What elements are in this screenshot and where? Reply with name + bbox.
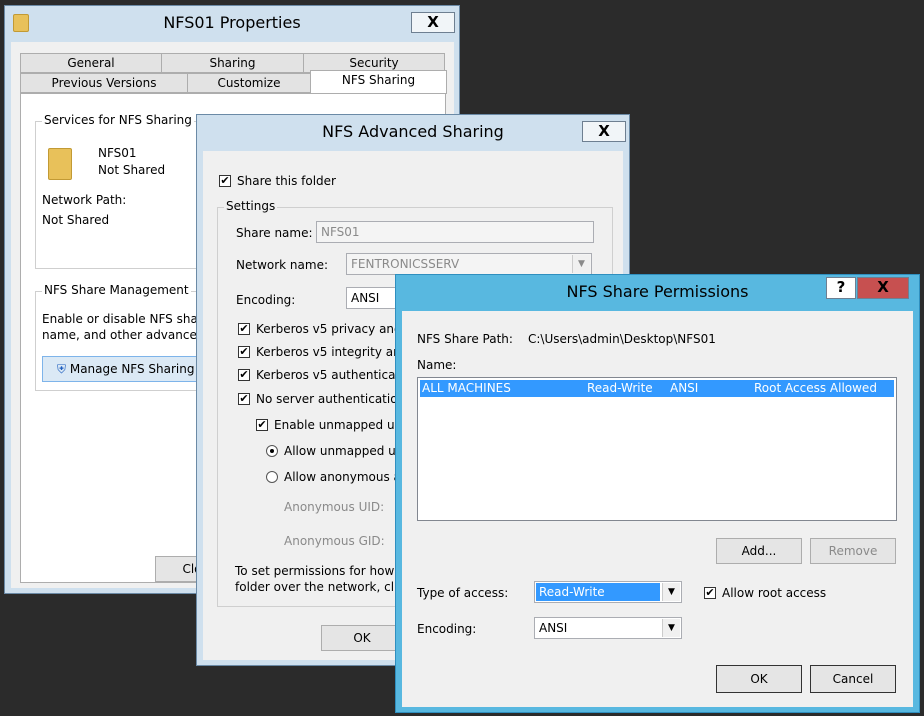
tab-sharing[interactable]: Sharing (161, 53, 304, 73)
permissions-text-line1: To set permissions for how u (235, 564, 406, 578)
chevron-down-icon: ▼ (572, 255, 590, 273)
mgmt-text-line2: name, and other advanced (42, 328, 205, 342)
anonymous-gid-label: Anonymous GID: (284, 534, 385, 548)
share-folder-label: Share this folder (237, 174, 336, 188)
settings-group-label: Settings (224, 199, 278, 213)
manage-nfs-sharing-button[interactable]: ⛨ Manage NFS Sharing (42, 356, 202, 382)
encoding-label: Encoding: (417, 622, 477, 636)
allow-root-checkbox[interactable]: ✔ (704, 587, 716, 599)
properties-titlebar[interactable]: NFS01 Properties X (5, 6, 459, 40)
permissions-window: NFS Share Permissions ? X NFS Share Path… (395, 274, 920, 713)
advanced-ok-button[interactable]: OK (321, 625, 403, 651)
chevron-down-icon: ▼ (662, 583, 680, 601)
permissions-encoding-select[interactable]: ANSI ▼ (534, 617, 682, 639)
tab-general[interactable]: General (20, 53, 162, 73)
permissions-titlebar[interactable]: NFS Share Permissions ? X (396, 275, 919, 309)
kerberos-privacy-label: Kerberos v5 privacy and (256, 322, 402, 336)
table-row[interactable]: ALL MACHINES Read-Write ANSI Root Access… (420, 380, 894, 397)
row-access: Read-Write (587, 381, 653, 395)
network-name-label: Network name: (236, 258, 328, 272)
mgmt-text-line1: Enable or disable NFS shar (42, 312, 203, 326)
advanced-titlebar[interactable]: NFS Advanced Sharing X (197, 115, 629, 149)
kerberos-auth-label: Kerberos v5 authenticatio (256, 368, 411, 382)
network-name-value: FENTRONICSSERV (351, 257, 460, 271)
allow-anonymous-label: Allow anonymous ac (284, 470, 408, 484)
anonymous-uid-label: Anonymous UID: (284, 500, 385, 514)
kerberos-privacy-checkbox[interactable]: ✔ (238, 323, 250, 335)
mgmt-group-label: NFS Share Management (42, 283, 191, 297)
row-root: Root Access Allowed (754, 381, 877, 395)
help-button[interactable]: ? (826, 277, 856, 299)
no-server-auth-checkbox[interactable]: ✔ (238, 393, 250, 405)
type-access-label: Type of access: (417, 586, 509, 600)
share-folder-checkbox[interactable]: ✔ (219, 175, 231, 187)
enable-unmapped-label: Enable unmapped use (274, 418, 409, 432)
permissions-list[interactable]: ALL MACHINES Read-Write ANSI Root Access… (417, 377, 897, 521)
network-path-label: Network Path: (42, 193, 127, 207)
folder-status: Not Shared (98, 163, 166, 177)
enable-unmapped-checkbox[interactable]: ✔ (256, 419, 268, 431)
permissions-close-button[interactable]: X (857, 277, 909, 299)
permissions-text-line2: folder over the network, click (235, 580, 411, 594)
row-encoding: ANSI (670, 381, 699, 395)
network-name-select[interactable]: FENTRONICSSERV ▼ (346, 253, 592, 275)
allow-anonymous-radio[interactable] (266, 471, 278, 483)
share-path-value: C:\Users\admin\Desktop\NFS01 (528, 332, 716, 346)
kerberos-integrity-label: Kerberos v5 integrity and (256, 345, 409, 359)
name-label: Name: (417, 358, 457, 372)
advanced-title: NFS Advanced Sharing (322, 122, 504, 141)
share-name-input[interactable]: NFS01 (316, 221, 594, 243)
properties-title: NFS01 Properties (163, 13, 301, 32)
allow-unmapped-radio[interactable] (266, 445, 278, 457)
row-machine: ALL MACHINES (422, 381, 511, 395)
permissions-ok-button[interactable]: OK (716, 665, 802, 693)
no-server-auth-label: No server authentication (256, 392, 406, 406)
tab-nfs-sharing[interactable]: NFS Sharing (310, 70, 447, 94)
type-access-value: Read-Write (536, 583, 660, 601)
shield-icon: ⛨ (57, 362, 67, 376)
network-path-value: Not Shared (42, 213, 110, 227)
share-folder-icon (48, 148, 72, 180)
tab-previous-versions[interactable]: Previous Versions (20, 73, 188, 93)
permissions-client: NFS Share Path: C:\Users\admin\Desktop\N… (402, 311, 913, 707)
share-path-label: NFS Share Path: (417, 332, 513, 346)
chevron-down-icon: ▼ (662, 619, 680, 637)
services-group-label: Services for NFS Sharing (42, 113, 194, 127)
allow-root-label: Allow root access (722, 586, 827, 600)
share-name-label: Share name: (236, 226, 313, 240)
tab-customize[interactable]: Customize (187, 73, 311, 93)
add-button[interactable]: Add... (716, 538, 802, 564)
kerberos-auth-checkbox[interactable]: ✔ (238, 369, 250, 381)
permissions-encoding-value: ANSI (539, 621, 568, 635)
permissions-cancel-button[interactable]: Cancel (810, 665, 896, 693)
manage-nfs-sharing-label: Manage NFS Sharing (69, 362, 195, 376)
kerberos-integrity-checkbox[interactable]: ✔ (238, 346, 250, 358)
remove-button[interactable]: Remove (810, 538, 896, 564)
folder-name: NFS01 (98, 146, 137, 160)
type-access-select[interactable]: Read-Write ▼ (534, 581, 682, 603)
encoding-label: Encoding: (236, 293, 296, 307)
allow-unmapped-label: Allow unmapped use (284, 444, 410, 458)
properties-close-button[interactable]: X (411, 12, 455, 33)
advanced-close-button[interactable]: X (582, 121, 626, 142)
